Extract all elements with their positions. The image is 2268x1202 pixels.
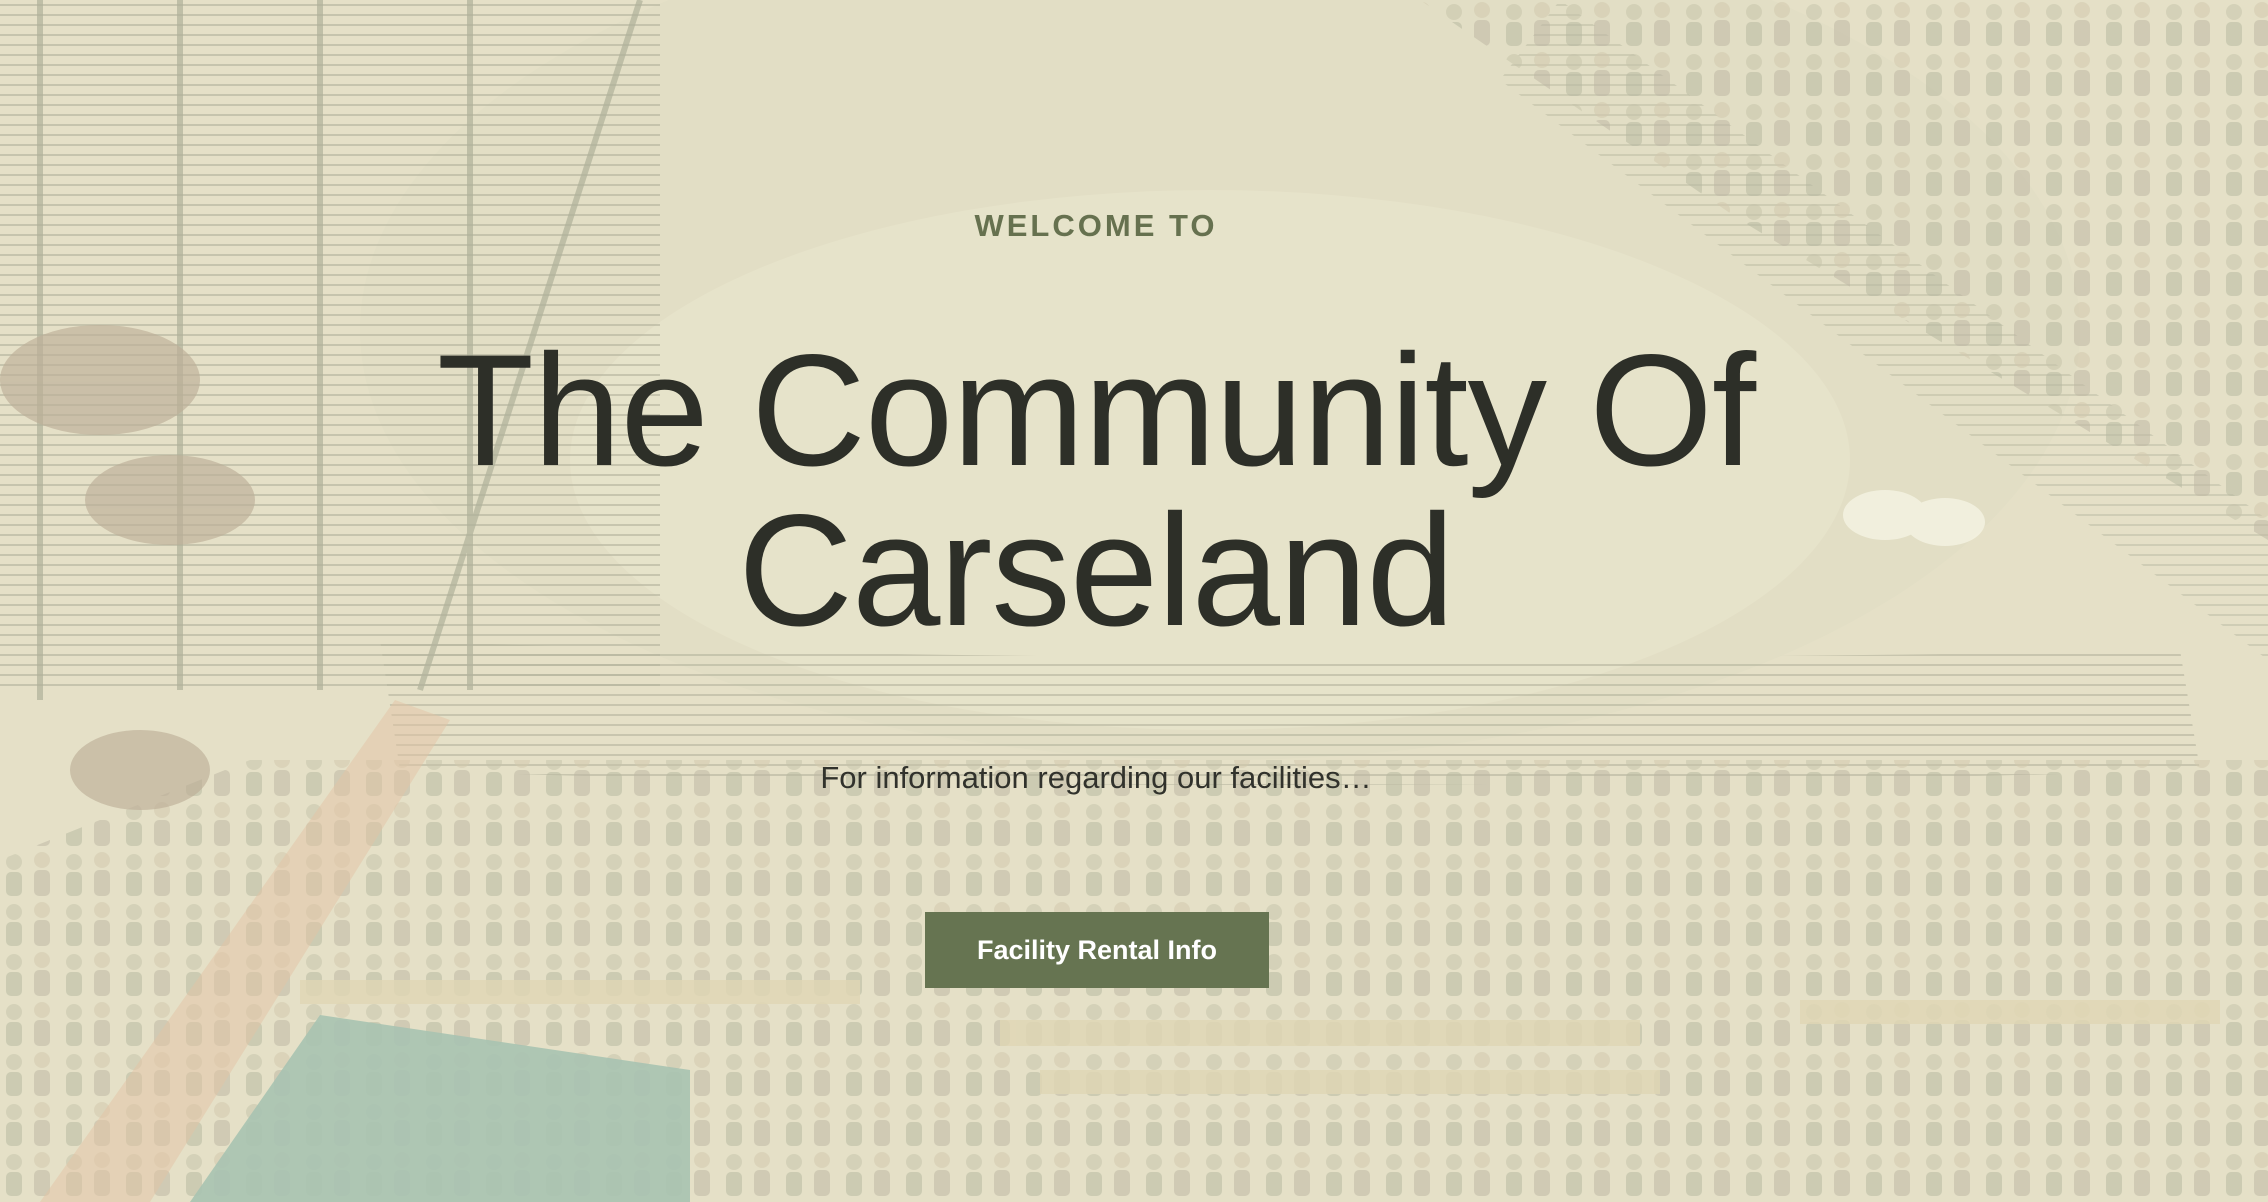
hero-subtitle: For information regarding our facilities… [820, 760, 1372, 795]
welcome-label: WELCOME TO [974, 208, 1218, 243]
hero-content: WELCOME TO The Community Of Carseland Fo… [0, 0, 2268, 1202]
page-title: The Community Of Carseland [436, 321, 1756, 659]
facility-rental-info-button[interactable]: Facility Rental Info [925, 912, 1269, 988]
hero-section: WELCOME TO The Community Of Carseland Fo… [0, 0, 2268, 1202]
